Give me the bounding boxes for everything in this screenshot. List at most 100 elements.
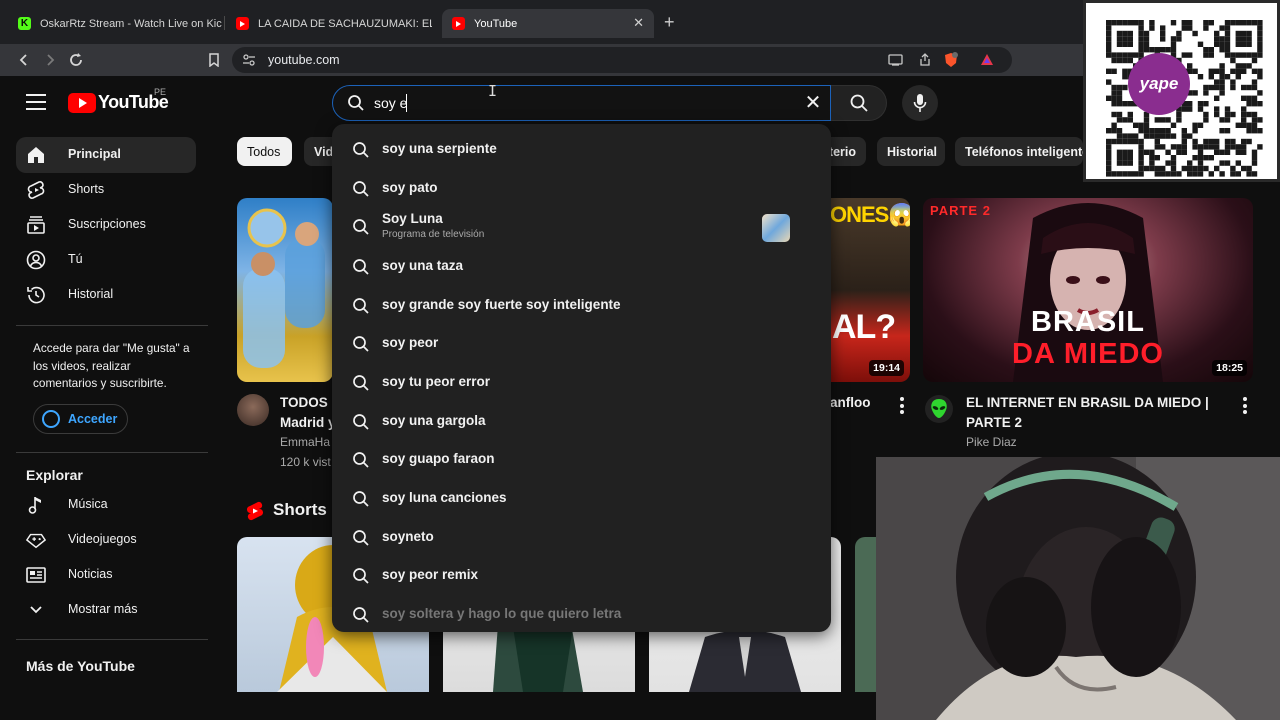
menu-icon[interactable]	[26, 94, 46, 110]
search-suggestion[interactable]: soy tu peor error	[332, 364, 831, 400]
signin-button[interactable]: Acceder	[33, 404, 128, 434]
team-crest-image	[243, 208, 325, 368]
suggestion-thumbnail	[762, 214, 790, 242]
voice-search-button[interactable]	[902, 85, 938, 121]
shorts-icon	[26, 180, 46, 200]
search-suggestion[interactable]: soy pato	[332, 170, 831, 206]
search-suggestions-dropdown: soy una serpiente soy pato Soy Luna Program…	[332, 124, 831, 632]
search-suggestion[interactable]: soy grande soy fuerte soy inteligente	[332, 287, 831, 323]
suggestion-text: Soy Luna	[382, 211, 443, 226]
search-icon	[352, 180, 370, 198]
search-suggestion[interactable]: soy soltera y hago lo que quiero letra	[332, 596, 831, 632]
gaming-icon	[26, 530, 46, 550]
tab-title: LA CAIDA DE SACHAUZUMAKI: EL ST	[258, 17, 432, 30]
search-input[interactable]: soy e ✕	[332, 85, 831, 121]
sidebar-item-principal[interactable]: Principal	[16, 137, 196, 173]
cast-icon[interactable]	[886, 51, 904, 69]
sidebar-item-shorts[interactable]: Shorts	[16, 172, 196, 208]
text-caret	[406, 94, 407, 112]
search-suggestion[interactable]: soy peor remix	[332, 557, 831, 593]
brave-shield-icon[interactable]	[942, 51, 960, 69]
history-icon	[26, 285, 46, 305]
home-icon	[26, 145, 46, 165]
search-suggestion[interactable]: soy luna canciones	[332, 480, 831, 516]
kick-icon: K	[18, 17, 31, 30]
forward-icon[interactable]	[40, 50, 60, 70]
yape-qr-code: yape	[1083, 0, 1280, 182]
short-thumbnail[interactable]	[855, 537, 876, 692]
sidebar-item-videojuegos[interactable]: Videojuegos	[16, 522, 196, 558]
channel-name[interactable]: Pike Diaz	[966, 435, 1017, 449]
suggestion-text: soy grande soy fuerte soy inteligente	[382, 297, 621, 312]
new-tab-button[interactable]: +	[664, 12, 675, 33]
search-icon	[850, 94, 868, 112]
search-icon	[352, 567, 370, 585]
suggestion-text: soy pato	[382, 180, 438, 195]
thumbnail-text: BRASIL	[1031, 306, 1145, 338]
shorts-heading: Shorts	[273, 500, 327, 519]
suggestion-text: soy soltera y hago lo que quiero letra	[382, 606, 622, 621]
search-suggestion[interactable]: soy guapo faraon	[332, 441, 831, 477]
channel-avatar[interactable]	[237, 394, 269, 426]
chevron-down-icon	[26, 600, 46, 620]
close-tab-icon[interactable]: ✕	[633, 15, 644, 31]
microphone-icon	[913, 94, 927, 112]
more-actions-icon[interactable]	[1243, 397, 1247, 417]
sidebar-item-noticias[interactable]: Noticias	[16, 557, 196, 593]
sidebar-item-tu[interactable]: Tú	[16, 242, 196, 278]
video-thumbnail[interactable]	[237, 198, 333, 382]
bookmark-icon[interactable]	[204, 50, 224, 70]
tab-kick-stream[interactable]: K OskarRtz Stream - Watch Live on Kick	[8, 9, 222, 38]
suggestion-text: soy peor remix	[382, 567, 479, 582]
search-suggestion[interactable]: soy una gargola	[332, 403, 831, 439]
search-icon	[352, 258, 370, 276]
back-icon[interactable]	[14, 50, 34, 70]
suggestion-text: soy peor	[382, 335, 439, 350]
channel-name[interactable]: EmmaHa	[280, 435, 330, 449]
reload-icon[interactable]	[66, 50, 86, 70]
search-suggestion[interactable]: soyneto	[332, 519, 831, 555]
sidebar-item-historial[interactable]: Historial	[16, 277, 196, 313]
search-suggestion[interactable]: soy peor	[332, 325, 831, 361]
search-icon	[352, 335, 370, 353]
site-settings-icon[interactable]	[240, 51, 258, 69]
clear-search-icon[interactable]: ✕	[802, 92, 824, 114]
sidebar-item-mostrar-mas[interactable]: Mostrar más	[16, 592, 196, 628]
suggestion-text: soyneto	[382, 529, 434, 544]
chip-todos[interactable]: Todos	[237, 137, 292, 166]
chip-telefonos[interactable]: Teléfonos inteligente	[955, 137, 1083, 166]
you-icon	[26, 250, 46, 270]
mouse-cursor-icon: I	[488, 82, 498, 100]
chip-historial[interactable]: Historial	[877, 137, 945, 166]
video-title-line[interactable]: Madrid y	[280, 413, 336, 433]
search-suggestion[interactable]: soy una serpiente	[332, 131, 831, 167]
url-text: youtube.com	[268, 53, 340, 67]
bottom-strip	[0, 692, 876, 720]
search-icon	[352, 218, 370, 236]
video-title-line[interactable]: anfloo	[830, 393, 871, 413]
alien-avatar-icon[interactable]	[925, 395, 953, 423]
address-bar[interactable]: youtube.com	[232, 47, 1012, 73]
video-title-line[interactable]: TODOS L	[280, 393, 340, 413]
thumbnail-text: AL?	[832, 308, 896, 346]
tab-youtube[interactable]: YouTube ✕	[442, 9, 654, 38]
share-icon[interactable]	[916, 51, 934, 69]
sidebar-item-musica[interactable]: Música	[16, 487, 196, 523]
youtube-logo[interactable]: YouTube PE	[68, 87, 169, 113]
search-icon	[352, 141, 370, 159]
search-suggestion[interactable]: soy una taza	[332, 248, 831, 284]
account-icon	[42, 410, 60, 428]
video-thumbnail[interactable]: ONES😱 AL? 19:14	[830, 198, 910, 382]
brave-rewards-icon[interactable]	[978, 51, 996, 69]
tab-video[interactable]: LA CAIDA DE SACHAUZUMAKI: EL ST	[226, 9, 432, 38]
video-title[interactable]: EL INTERNET EN BRASIL DA MIEDO | PARTE 2	[966, 393, 1216, 433]
search-icon	[352, 451, 370, 469]
search-button[interactable]	[831, 85, 887, 121]
webcam-overlay	[876, 457, 1280, 720]
video-thumbnail[interactable]: PARTE 2 BRASIL DA MIEDO 18:25	[923, 198, 1253, 382]
search-suggestion[interactable]: Soy Luna Programa de televisión	[332, 208, 831, 244]
explore-heading: Explorar	[26, 467, 83, 483]
more-actions-icon[interactable]	[900, 397, 904, 417]
tab-title: YouTube	[474, 17, 518, 30]
sidebar-item-suscripciones[interactable]: Suscripciones	[16, 207, 196, 243]
